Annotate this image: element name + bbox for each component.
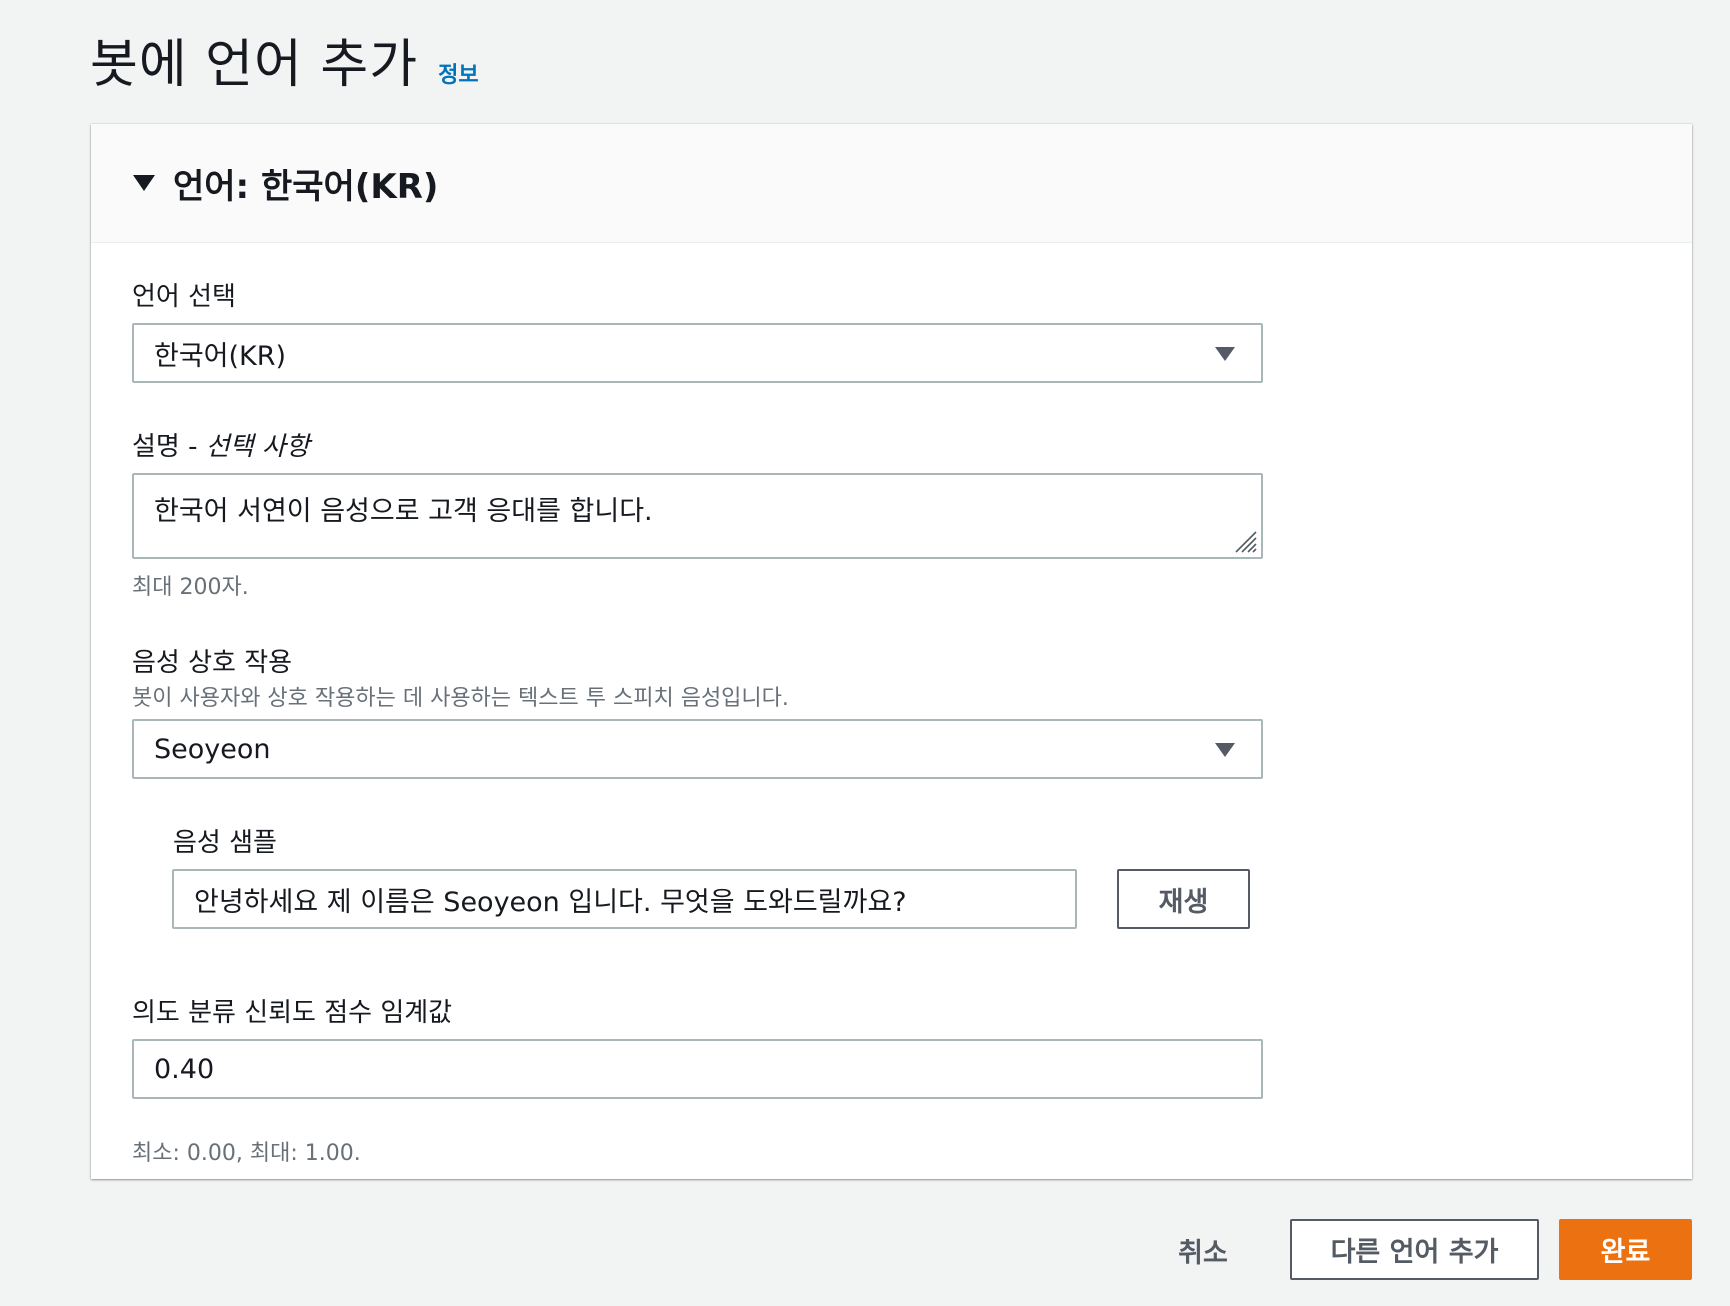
- language-select-label: 언어 선택: [132, 282, 236, 312]
- threshold-input[interactable]: 0.40: [132, 1039, 1263, 1099]
- language-select[interactable]: 한국어(KR): [132, 323, 1263, 383]
- voice-sample-value: 안녕하세요 제 이름은 Seoyeon 입니다. 무엇을 도와드릴까요?: [194, 886, 907, 918]
- caret-down-icon: [133, 175, 155, 191]
- done-button[interactable]: 완료: [1559, 1219, 1692, 1280]
- description-optional-text: 선택 사항: [205, 432, 310, 462]
- page-header: 봇에 언어 추가 정보: [90, 22, 479, 97]
- description-label: 설명 - 선택 사항: [132, 426, 310, 463]
- voice-select-value: Seoyeon: [154, 733, 271, 765]
- add-another-language-button[interactable]: 다른 언어 추가: [1290, 1219, 1539, 1280]
- panel-title: 언어: 한국어(KR): [173, 166, 439, 207]
- dropdown-arrow-icon: [1215, 743, 1235, 757]
- play-button[interactable]: 재생: [1117, 869, 1250, 929]
- threshold-hint: 최소: 0.00, 최대: 1.00.: [132, 1141, 361, 1166]
- description-value: 한국어 서연이 음성으로 고객 응대를 합니다.: [154, 496, 653, 527]
- cancel-button[interactable]: 취소: [1168, 1220, 1238, 1280]
- voice-sample-input[interactable]: 안녕하세요 제 이름은 Seoyeon 입니다. 무엇을 도와드릴까요?: [172, 869, 1077, 929]
- voice-sample-label: 음성 샘플: [173, 828, 277, 858]
- resize-handle-icon[interactable]: [1232, 528, 1258, 554]
- voice-label: 음성 상호 작용: [132, 648, 293, 678]
- threshold-label: 의도 분류 신뢰도 점수 임계값: [132, 998, 453, 1028]
- language-panel: 언어: 한국어(KR) 언어 선택 한국어(KR) 설명 - 선택 사항 한국어…: [91, 124, 1692, 1179]
- language-select-value: 한국어(KR): [154, 340, 287, 372]
- voice-hint: 봇이 사용자와 상호 작용하는 데 사용하는 텍스트 투 스피치 음성입니다.: [132, 686, 789, 711]
- threshold-value: 0.40: [154, 1053, 215, 1085]
- description-hint: 최대 200자.: [132, 575, 249, 600]
- info-link[interactable]: 정보: [438, 57, 478, 89]
- language-panel-header[interactable]: 언어: 한국어(KR): [91, 124, 1692, 243]
- voice-select[interactable]: Seoyeon: [132, 719, 1263, 779]
- description-label-text: 설명 -: [132, 432, 206, 462]
- page-title: 봇에 언어 추가: [90, 35, 419, 95]
- description-textarea[interactable]: 한국어 서연이 음성으로 고객 응대를 합니다.: [132, 473, 1263, 559]
- dropdown-arrow-icon: [1215, 347, 1235, 361]
